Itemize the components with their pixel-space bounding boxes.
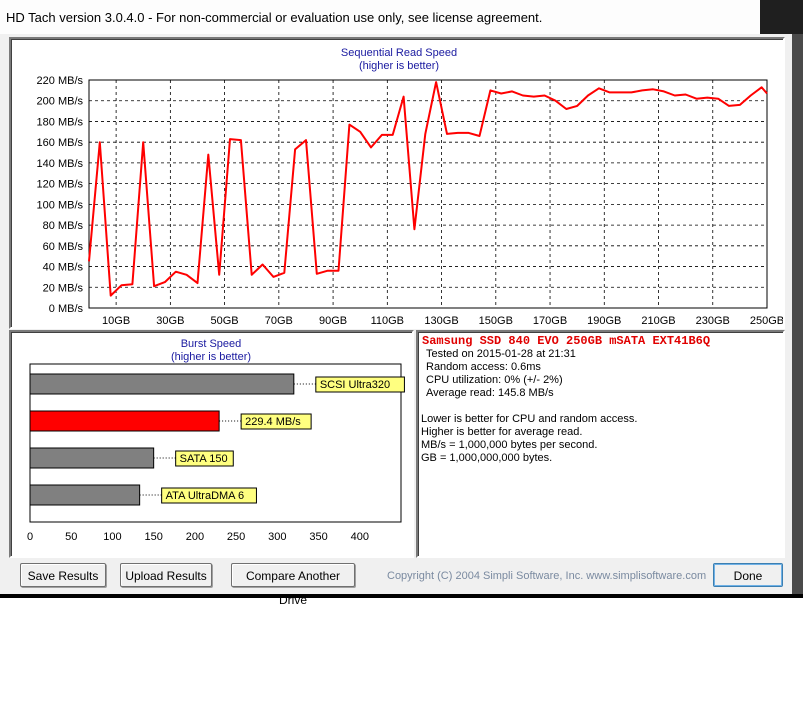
x-tick-label: 400 xyxy=(351,531,369,543)
x-tick-label: 150 xyxy=(144,531,162,543)
y-tick-label: 100 MB/s xyxy=(37,199,84,211)
client-area: Sequential Read Speed (higher is better)… xyxy=(0,34,792,607)
random-access: Random access: 0.6ms xyxy=(426,361,541,373)
bar-label: SCSI Ultra320 xyxy=(320,379,390,391)
sequential-read-panel: Sequential Read Speed (higher is better)… xyxy=(9,37,785,329)
window-title: HD Tach version 3.0.4.0 - For non-commer… xyxy=(6,10,543,25)
y-tick-label: 160 MB/s xyxy=(37,137,84,149)
hdtach-window: HD Tach version 3.0.4.0 - For non-commer… xyxy=(0,0,803,607)
compare-another-drive-button[interactable]: Compare Another Drive xyxy=(231,563,355,607)
done-button[interactable]: Done xyxy=(713,563,783,587)
burst-bar xyxy=(29,447,155,469)
x-tick-label: 190GB xyxy=(587,315,621,327)
x-tick-label: 230GB xyxy=(696,315,730,327)
y-tick-label: 220 MB/s xyxy=(37,75,84,87)
copyright-text: Copyright (C) 2004 Simpli Software, Inc.… xyxy=(387,570,707,582)
tested-on: Tested on 2015-01-28 at 21:31 xyxy=(426,348,576,360)
average-read: Average read: 145.8 MB/s xyxy=(426,387,554,399)
burst-speed-chart: Burst Speed (higher is better) SCSI Ultr… xyxy=(27,338,405,543)
x-tick-label: 130GB xyxy=(424,315,458,327)
y-tick-label: 180 MB/s xyxy=(37,116,84,128)
x-tick-label: 70GB xyxy=(265,315,293,327)
bar-label: ATA UltraDMA 6 xyxy=(166,490,244,502)
y-tick-label: 0 MB/s xyxy=(49,303,84,315)
y-tick-label: 140 MB/s xyxy=(37,158,84,170)
x-tick-label: 50GB xyxy=(211,315,239,327)
x-tick-label: 300 xyxy=(268,531,286,543)
chart-title: Burst Speed xyxy=(181,338,242,350)
y-tick-label: 120 MB/s xyxy=(37,179,84,191)
x-tick-label: 50 xyxy=(65,531,77,543)
x-tick-label: 150GB xyxy=(479,315,513,327)
x-tick-label: 170GB xyxy=(533,315,567,327)
x-tick-label: 250 xyxy=(227,531,245,543)
save-results-button[interactable]: Save Results xyxy=(20,563,106,587)
title-bar[interactable]: HD Tach version 3.0.4.0 - For non-commer… xyxy=(0,0,760,35)
note-lower-better: Lower is better for CPU and random acces… xyxy=(421,413,638,425)
y-tick-label: 40 MB/s xyxy=(43,262,84,274)
chart-subtitle: (higher is better) xyxy=(359,60,439,72)
cpu-utilization: CPU utilization: 0% (+/- 2%) xyxy=(426,374,563,386)
title-bar-edge xyxy=(760,0,803,34)
x-tick-label: 10GB xyxy=(102,315,130,327)
x-tick-label: 350 xyxy=(309,531,327,543)
x-tick-label: 250GB xyxy=(750,315,783,327)
chart-title: Sequential Read Speed xyxy=(341,47,457,59)
window-border xyxy=(792,34,803,594)
x-tick-label: 110GB xyxy=(371,315,404,327)
y-tick-label: 80 MB/s xyxy=(43,220,84,232)
burst-bar xyxy=(29,373,295,395)
note-mbs-definition: MB/s = 1,000,000 bytes per second. xyxy=(421,439,598,451)
chart-subtitle: (higher is better) xyxy=(171,351,251,363)
y-tick-label: 20 MB/s xyxy=(43,282,84,294)
x-tick-label: 210GB xyxy=(641,315,675,327)
burst-bar xyxy=(29,484,141,506)
plot-area xyxy=(88,79,768,309)
drive-name: Samsung SSD 840 EVO 250GB mSATA EXT41B6Q xyxy=(422,334,711,348)
x-tick-label: 0 xyxy=(27,531,33,543)
x-tick-label: 100 xyxy=(103,531,121,543)
results-info-panel: Samsung SSD 840 EVO 250GB mSATA EXT41B6Q… xyxy=(416,330,785,558)
note-higher-better: Higher is better for average read. xyxy=(421,426,583,438)
upload-results-button[interactable]: Upload Results xyxy=(120,563,212,587)
sequential-read-chart: Sequential Read Speed (higher is better)… xyxy=(37,47,785,327)
burst-speed-panel: Burst Speed (higher is better) SCSI Ultr… xyxy=(9,330,414,558)
x-tick-label: 200 xyxy=(186,531,204,543)
x-tick-label: 30GB xyxy=(156,315,184,327)
x-tick-label: 90GB xyxy=(319,315,347,327)
bar-label: 229.4 MB/s xyxy=(245,416,301,428)
y-tick-label: 200 MB/s xyxy=(37,96,84,108)
bar-label: SATA 150 xyxy=(180,453,228,465)
burst-bar xyxy=(29,410,220,432)
y-tick-label: 60 MB/s xyxy=(43,241,84,253)
note-gb-definition: GB = 1,000,000,000 bytes. xyxy=(421,452,553,464)
